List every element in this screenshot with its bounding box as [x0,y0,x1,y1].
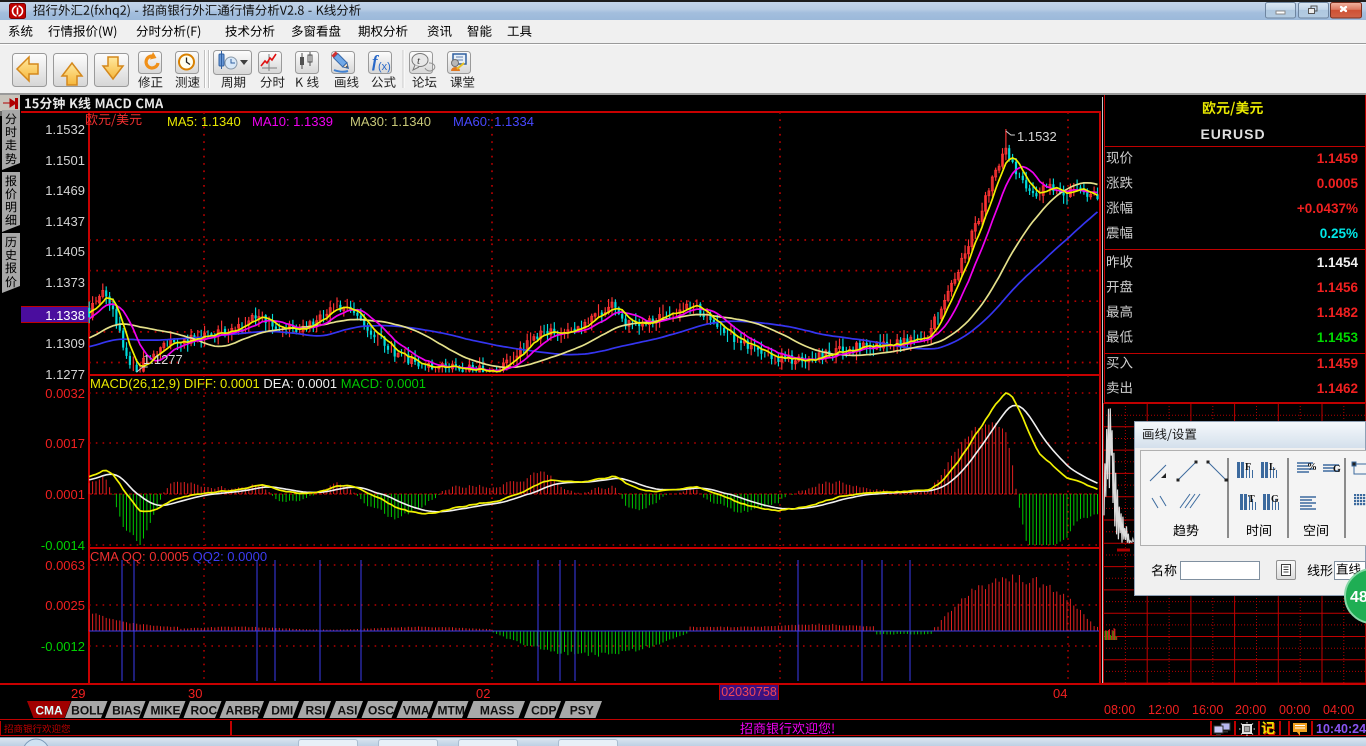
svg-text:ROC: ROC [190,704,217,718]
svg-text:48: 48 [1350,589,1366,606]
svg-text:PSY: PSY [570,704,594,718]
svg-text:DMI: DMI [271,704,293,718]
svg-text:VMA: VMA [403,704,430,718]
svg-text:OSC: OSC [368,704,394,718]
svg-text:L: L [1269,462,1276,473]
svg-text:G: G [1333,464,1341,475]
svg-text:ARBR: ARBR [226,704,261,718]
svg-text:ASI: ASI [337,704,357,718]
svg-text:RSI: RSI [305,704,325,718]
svg-text:BIAS: BIAS [112,704,141,718]
svg-text:F: F [1245,462,1251,473]
svg-text:%: % [1307,462,1317,473]
svg-text:BOLL: BOLL [71,704,104,718]
svg-text:MASS: MASS [480,704,515,718]
svg-text:T: T [1248,494,1255,505]
svg-text:MTM: MTM [438,704,465,718]
svg-text:G: G [1271,494,1279,505]
svg-text:MIKE: MIKE [151,704,181,718]
svg-text:CDP: CDP [531,704,556,718]
svg-text:CMA: CMA [35,704,63,718]
svg-text:(x): (x) [378,61,391,73]
